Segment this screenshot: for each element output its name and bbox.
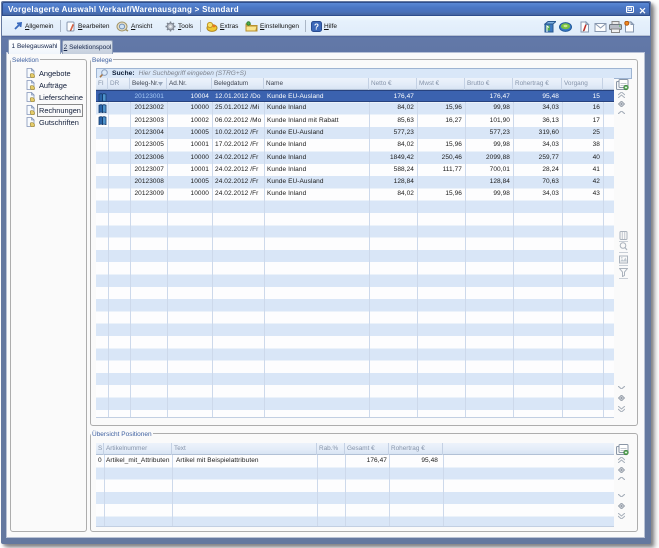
svg-text:?: ? [314,22,319,31]
